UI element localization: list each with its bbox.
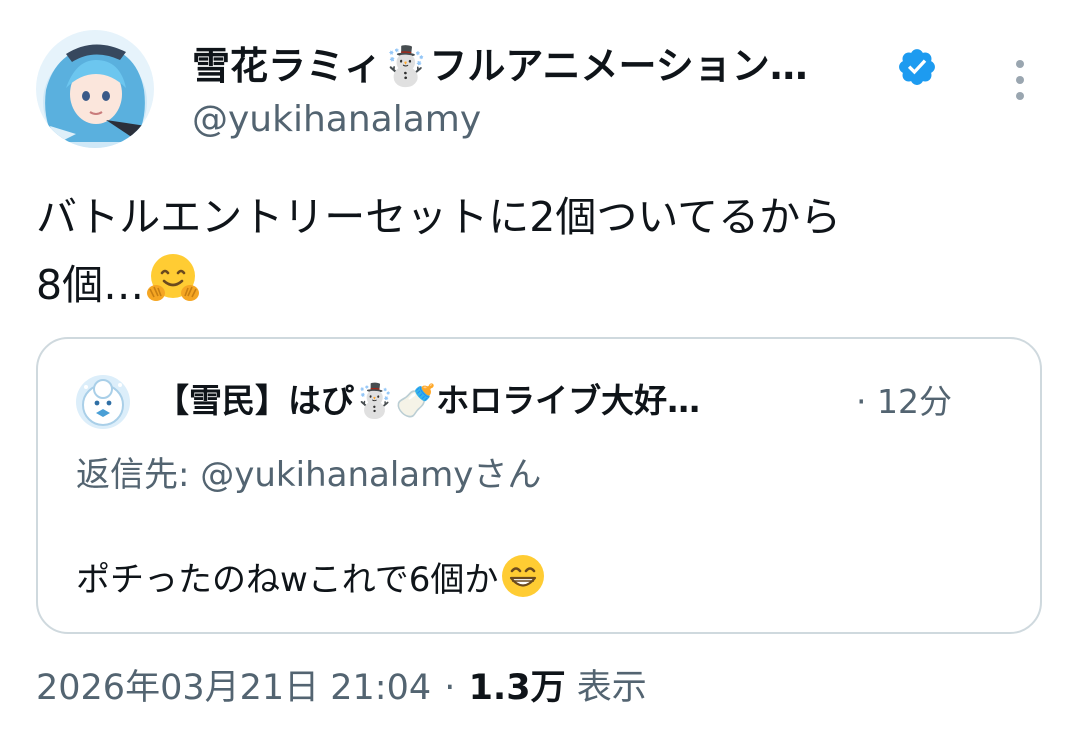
avatar-snow-mascot-icon [76, 375, 130, 429]
tweet-meta: 2026年03月21日 21:04 · 1.3万 表示 [36, 664, 647, 712]
meta-dot: · [444, 668, 456, 708]
grinning-face-icon [502, 555, 545, 597]
hugging-face-icon [147, 254, 200, 301]
views-label: 表示 [576, 668, 647, 708]
more-options-icon[interactable] [1008, 56, 1032, 104]
quote-text-body: ポチったのねwこれで6個か [76, 560, 499, 600]
quote-reply-to[interactable]: 返信先: @yukihanalamyさん [76, 451, 541, 499]
tweet-timestamp[interactable]: 2026年03月21日 21:04 [36, 668, 431, 708]
avatar-snow-girl-icon [36, 30, 154, 148]
views-count: 1.3万 [468, 668, 566, 708]
tweet-text-line-2: 8個… [36, 249, 1046, 317]
quote-author-avatar[interactable] [76, 375, 130, 429]
tweet-text-line-1: バトルエントリーセットに2個ついてるから [36, 193, 842, 241]
verified-badge-icon [899, 49, 935, 85]
quote-timestamp[interactable]: · 12分 [856, 379, 952, 425]
author-handle[interactable]: @yukihanalamy [192, 96, 481, 144]
quoted-tweet-card[interactable]: 【雪民】はぴ☃️🍼ホロライブ大好… · 12分 返信先: @yukihanala… [36, 337, 1042, 634]
author-name[interactable]: 雪花ラミィ☃️フルアニメーション… [192, 40, 808, 92]
author-avatar[interactable] [36, 30, 154, 148]
tweet-text-line-2-text: 8個… [36, 261, 145, 309]
quote-author-name[interactable]: 【雪民】はぴ☃️🍼ホロライブ大好… [156, 377, 700, 425]
quote-text: ポチったのねwこれで6個か [76, 551, 548, 605]
tweet-text: バトルエントリーセットに2個ついてるから 8個… [36, 186, 1046, 317]
quote-dot: · [856, 382, 867, 421]
quote-time-value: 12分 [877, 382, 952, 421]
